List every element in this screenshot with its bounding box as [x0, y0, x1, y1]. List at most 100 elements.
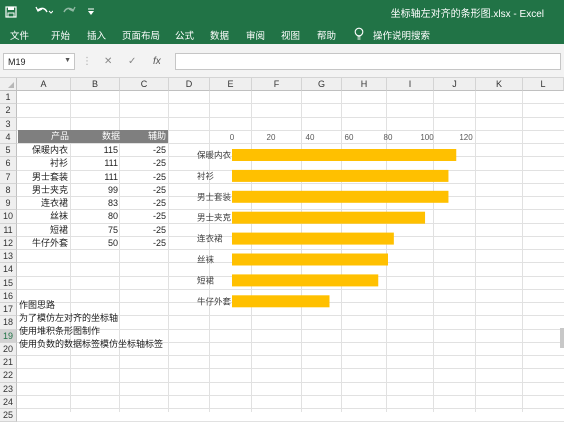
row-header[interactable]: 23: [0, 382, 17, 396]
row-header[interactable]: 10: [0, 210, 17, 224]
product-cell[interactable]: 男士套装: [18, 171, 70, 184]
vertical-scrollbar[interactable]: [560, 328, 564, 348]
row-header[interactable]: 8: [0, 183, 17, 197]
chevron-down-icon[interactable]: ▼: [64, 57, 71, 64]
row-header[interactable]: 15: [0, 276, 17, 290]
column-header[interactable]: K: [476, 78, 523, 91]
header-product[interactable]: 产品: [18, 130, 74, 143]
bar[interactable]: [232, 274, 379, 287]
aux-cell[interactable]: -25: [120, 224, 168, 237]
aux-cell[interactable]: -25: [120, 157, 168, 170]
bar[interactable]: [232, 211, 426, 224]
product-cell[interactable]: 保暖内衣: [18, 144, 70, 157]
row-header[interactable]: 18: [0, 316, 17, 330]
value-cell[interactable]: 83: [71, 197, 120, 210]
value-cell[interactable]: 75: [71, 224, 120, 237]
row-header[interactable]: 9: [0, 197, 17, 211]
insert-function-icon[interactable]: fx: [153, 56, 161, 67]
column-header[interactable]: E: [210, 78, 252, 91]
note-line[interactable]: 使用堆积条形图制作: [19, 325, 100, 338]
product-cell[interactable]: 丝袜: [18, 210, 70, 223]
bar[interactable]: [232, 295, 330, 308]
row-header[interactable]: 12: [0, 236, 17, 250]
tab-data[interactable]: 数据: [210, 28, 229, 42]
row-header[interactable]: 2: [0, 104, 17, 118]
header-data[interactable]: 数据: [74, 130, 124, 143]
aux-cell[interactable]: -25: [120, 197, 168, 210]
value-cell[interactable]: 111: [71, 157, 120, 170]
bar[interactable]: [232, 253, 388, 266]
redo-icon[interactable]: [60, 4, 80, 20]
column-header[interactable]: F: [252, 78, 302, 91]
row-header[interactable]: 19: [0, 329, 17, 343]
column-header[interactable]: J: [434, 78, 476, 91]
row-header[interactable]: 24: [0, 395, 17, 409]
column-header[interactable]: C: [120, 78, 169, 91]
save-icon[interactable]: [4, 4, 18, 20]
value-cell[interactable]: 99: [71, 184, 120, 197]
row-header[interactable]: 5: [0, 144, 17, 158]
tab-insert[interactable]: 插入: [87, 28, 106, 42]
bar[interactable]: [232, 169, 449, 182]
column-header[interactable]: H: [342, 78, 387, 91]
column-header[interactable]: I: [387, 78, 434, 91]
note-line[interactable]: 为了模仿左对齐的坐标轴: [19, 312, 118, 325]
aux-cell[interactable]: -25: [120, 144, 168, 157]
column-header[interactable]: A: [17, 78, 71, 91]
value-cell[interactable]: 115: [71, 144, 120, 157]
undo-icon[interactable]: [34, 4, 54, 20]
note-line[interactable]: 使用负数的数据标签模仿坐标轴标签: [19, 338, 163, 351]
tab-view[interactable]: 视图: [281, 28, 300, 42]
enter-icon[interactable]: ✓: [128, 56, 136, 67]
cancel-icon[interactable]: ✕: [104, 56, 112, 67]
value-cell[interactable]: 111: [71, 171, 120, 184]
bar[interactable]: [232, 232, 394, 245]
row-header[interactable]: 25: [0, 409, 17, 422]
product-cell[interactable]: 连衣裙: [18, 197, 70, 210]
name-box[interactable]: M19 ▼: [3, 53, 75, 70]
product-cell[interactable]: 衬衫: [18, 157, 70, 170]
row-header[interactable]: 16: [0, 289, 17, 303]
row-header[interactable]: 1: [0, 91, 17, 105]
row-header[interactable]: 20: [0, 342, 17, 356]
row-header[interactable]: 11: [0, 223, 17, 237]
bar[interactable]: [232, 149, 457, 161]
value-cell[interactable]: 50: [71, 237, 120, 250]
lightbulb-icon[interactable]: [354, 27, 364, 40]
customize-quick-access-icon[interactable]: [86, 4, 96, 20]
aux-cell[interactable]: -25: [120, 184, 168, 197]
tab-review[interactable]: 审阅: [246, 28, 265, 42]
note-line[interactable]: 作图思路: [19, 299, 55, 312]
product-cell[interactable]: 牛仔外套: [18, 237, 70, 250]
column-header[interactable]: G: [302, 78, 342, 91]
row-header[interactable]: 21: [0, 356, 17, 370]
select-all-corner[interactable]: [0, 78, 17, 91]
aux-cell[interactable]: -25: [120, 210, 168, 223]
column-header[interactable]: B: [71, 78, 120, 91]
tab-help[interactable]: 帮助: [317, 28, 336, 42]
header-aux[interactable]: 辅助: [124, 130, 168, 143]
row-header[interactable]: 4: [0, 130, 17, 144]
aux-cell[interactable]: -25: [120, 171, 168, 184]
product-cell[interactable]: 男士夹克: [18, 184, 70, 197]
more-options-icon[interactable]: ⋮: [82, 56, 92, 67]
row-header[interactable]: 3: [0, 117, 17, 131]
formula-input[interactable]: [175, 53, 561, 70]
row-header[interactable]: 6: [0, 157, 17, 171]
aux-cell[interactable]: -25: [120, 237, 168, 250]
row-header[interactable]: 22: [0, 369, 17, 383]
value-cell[interactable]: 80: [71, 210, 120, 223]
column-header[interactable]: L: [523, 78, 564, 91]
bar[interactable]: [232, 190, 449, 203]
row-header[interactable]: 7: [0, 170, 17, 184]
tab-file[interactable]: 文件: [10, 28, 29, 42]
tab-page-layout[interactable]: 页面布局: [122, 28, 160, 42]
row-header[interactable]: 14: [0, 263, 17, 277]
row-header[interactable]: 13: [0, 250, 17, 264]
product-cell[interactable]: 短裙: [18, 224, 70, 237]
worksheet-grid[interactable]: ABCDEFGHIJKL 1 2 3 4 5 6 7 8 9 10 11 12 13 14 15 16 17 18…: [0, 78, 564, 422]
row-header[interactable]: 17: [0, 303, 17, 317]
tab-home[interactable]: 开始: [51, 28, 70, 42]
tab-formulas[interactable]: 公式: [175, 28, 194, 42]
bar-chart[interactable]: 0 20 40 60 80 100 120 保暖内衣 衬衫 男士套装 男士夹克 连衣裙 丝袜 短裙 牛仔外套: [190, 130, 480, 310]
